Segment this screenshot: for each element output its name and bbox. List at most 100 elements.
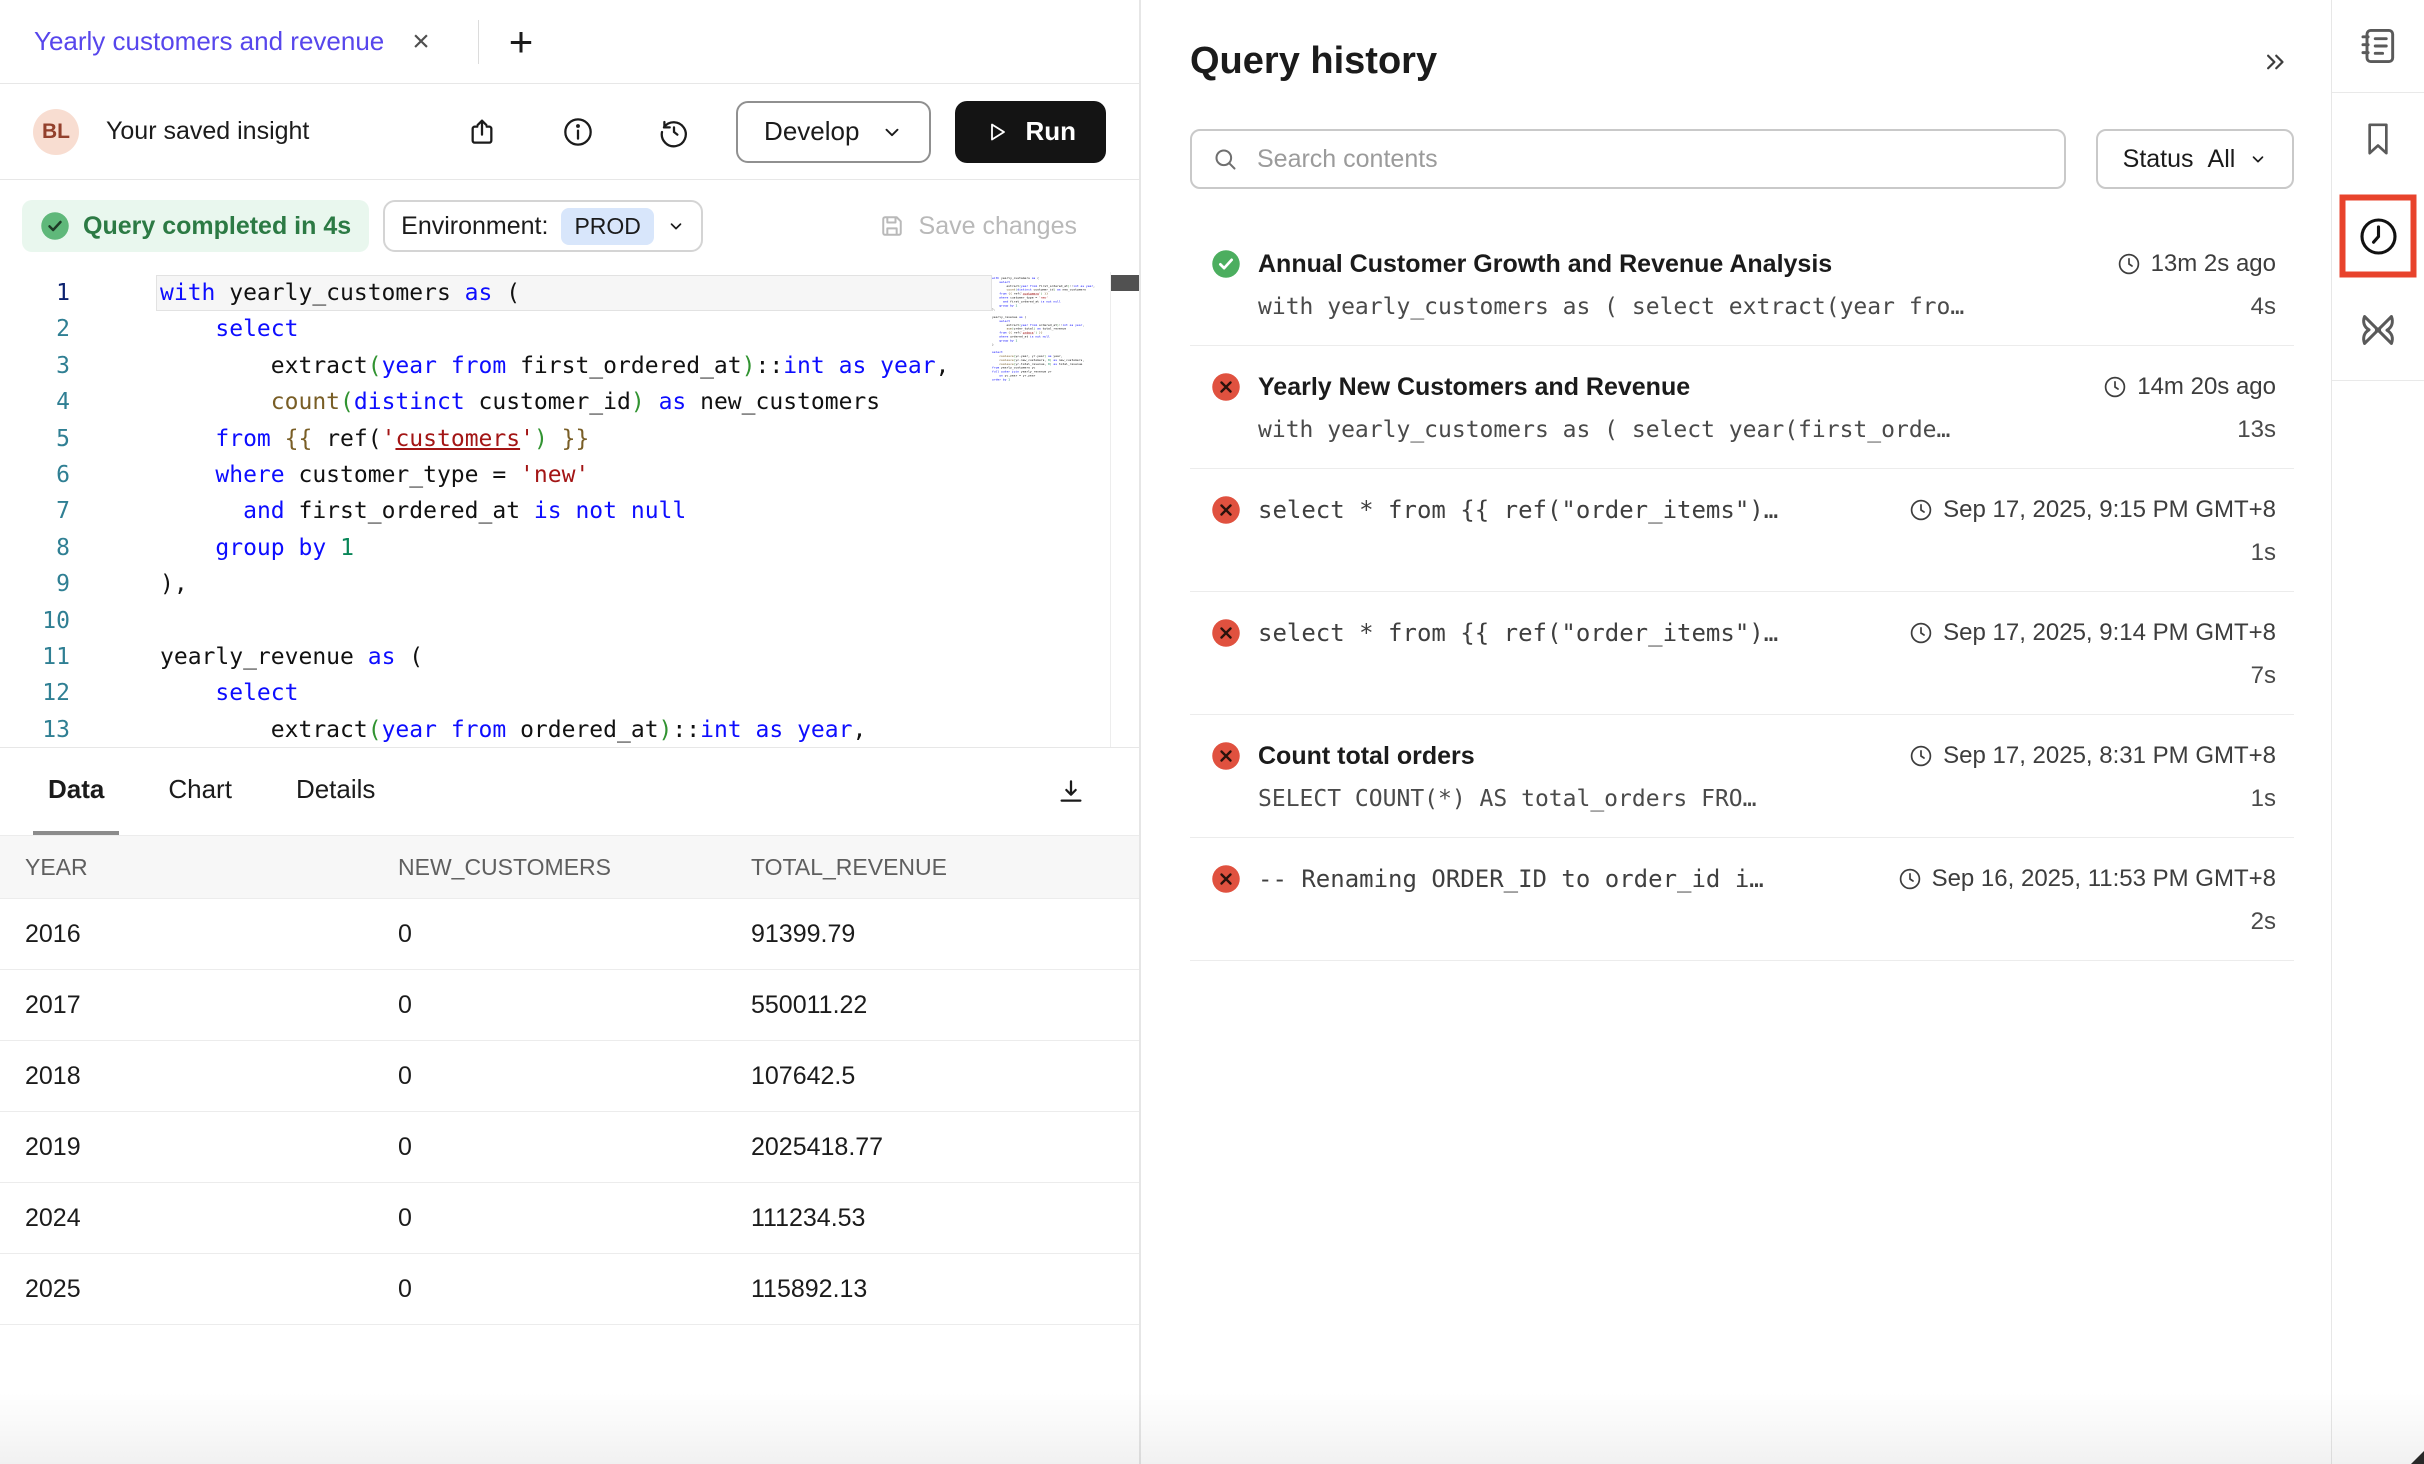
query-history-item[interactable]: select * from {{ ref("order_items")… Sep … xyxy=(1190,592,2294,714)
results-tabs: Data Chart Details xyxy=(33,748,424,835)
history-item-snippet: SELECT COUNT(*) AS total_orders FRO… xyxy=(1258,786,2251,812)
scrollbar-thumb[interactable] xyxy=(1111,275,1139,291)
query-history-panel: Query history Status All Annual Customer… xyxy=(1141,0,2331,1464)
code-line[interactable]: 12 select xyxy=(0,675,992,711)
line-number: 8 xyxy=(0,530,70,566)
search-box[interactable] xyxy=(1190,129,2066,189)
code-line-text: with yearly_customers as ( xyxy=(156,275,992,311)
code-line-text: yearly_revenue as ( xyxy=(156,639,992,675)
query-history-item[interactable]: Yearly New Customers and Revenue14m 20s … xyxy=(1190,346,2294,468)
table-row: 20240111234.53 xyxy=(0,1183,1139,1254)
results-tab-chart[interactable]: Chart xyxy=(153,748,247,835)
code-line-text: and first_ordered_at is not null xyxy=(156,493,992,529)
tab-title[interactable]: Yearly customers and revenue xyxy=(34,26,384,57)
history-clock-icon[interactable] xyxy=(2340,195,2417,278)
status-filter-dropdown[interactable]: Status All xyxy=(2096,129,2294,189)
save-changes-button[interactable]: Save changes xyxy=(878,212,1077,241)
code-line[interactable]: 2 select xyxy=(0,311,992,347)
table-cell: 2025418.77 xyxy=(726,1133,1139,1162)
code-line[interactable]: 10 xyxy=(0,603,992,639)
history-item-time: Sep 16, 2025, 11:53 PM GMT+8 xyxy=(1898,865,2276,893)
code-line[interactable]: 9), xyxy=(0,566,992,602)
history-item-time: Sep 17, 2025, 8:31 PM GMT+8 xyxy=(1909,742,2276,770)
table-row: 20180107642.5 xyxy=(0,1041,1139,1112)
status-filter-label: Status xyxy=(2123,145,2194,174)
notebook-icon[interactable] xyxy=(2346,14,2410,78)
table-cell: 0 xyxy=(373,1275,726,1304)
search-icon xyxy=(1212,146,1239,173)
code-line-text: count(distinct customer_id) as new_custo… xyxy=(156,384,992,420)
share-icon[interactable] xyxy=(466,116,498,148)
editor-scrollbar[interactable] xyxy=(1110,272,1139,747)
error-status-icon xyxy=(1211,495,1241,525)
table-row: 20250115892.13 xyxy=(0,1254,1139,1325)
line-number: 12 xyxy=(0,675,70,711)
run-button[interactable]: Run xyxy=(955,101,1106,163)
history-item-title: select * from {{ ref("order_items")… xyxy=(1258,619,1892,647)
code-line[interactable]: 7 and first_ordered_at is not null xyxy=(0,493,992,529)
check-circle-icon xyxy=(40,211,70,241)
code-line[interactable]: 8 group by 1 xyxy=(0,530,992,566)
history-item-time-text: Sep 17, 2025, 8:31 PM GMT+8 xyxy=(1943,742,2276,770)
clock-icon xyxy=(2117,252,2141,276)
history-item-title: select * from {{ ref("order_items")… xyxy=(1258,496,1892,524)
error-icon xyxy=(1211,495,1241,525)
code-line[interactable]: 13 extract(year from ordered_at)::int as… xyxy=(0,712,992,747)
code-lines[interactable]: 1with yearly_customers as (2 select3 ext… xyxy=(0,272,992,747)
results-tab-details[interactable]: Details xyxy=(281,748,390,835)
error-icon xyxy=(1211,741,1241,771)
play-icon xyxy=(985,120,1009,144)
history-item-duration: 1s xyxy=(2251,539,2276,567)
error-status-icon xyxy=(1211,741,1241,771)
results-tab-data[interactable]: Data xyxy=(33,748,119,835)
query-history-item[interactable]: -- Renaming ORDER_ID to order_id i…Sep 1… xyxy=(1190,838,2294,960)
query-history-item[interactable]: select * from {{ ref("order_items")…Sep … xyxy=(1190,469,2294,591)
develop-button[interactable]: Develop xyxy=(736,101,931,163)
history-item-time-text: 13m 2s ago xyxy=(2151,250,2276,278)
code-line[interactable]: 6 where customer_type = 'new' xyxy=(0,457,992,493)
bookmark-icon[interactable] xyxy=(2346,107,2410,171)
code-line[interactable]: 1with yearly_customers as ( xyxy=(0,275,992,311)
code-editor[interactable]: 1with yearly_customers as (2 select3 ext… xyxy=(0,272,1139,747)
collapse-panel-icon[interactable] xyxy=(2260,47,2294,77)
minimap-line: order by 1 xyxy=(992,377,1110,381)
new-tab-button[interactable]: + xyxy=(479,21,564,63)
code-line[interactable]: 5 from {{ ref('customers') }} xyxy=(0,421,992,457)
table-row: 201902025418.77 xyxy=(0,1112,1139,1183)
query-history-item[interactable]: Count total ordersSep 17, 2025, 8:31 PM … xyxy=(1190,715,2294,837)
history-item-time: 14m 20s ago xyxy=(2103,373,2276,401)
environment-select[interactable]: Environment: PROD xyxy=(383,200,703,252)
code-line[interactable]: 3 extract(year from first_ordered_at)::i… xyxy=(0,348,992,384)
tab-yearly-customers-and-revenue[interactable]: Yearly customers and revenue × xyxy=(0,0,464,83)
version-history-icon[interactable] xyxy=(658,116,690,148)
status-filter-value: All xyxy=(2208,145,2236,174)
avatar[interactable]: BL xyxy=(33,109,79,155)
history-item-duration: 2s xyxy=(2251,908,2276,936)
compass-icon[interactable] xyxy=(2346,298,2410,362)
download-icon[interactable] xyxy=(1055,776,1087,808)
table-cell: 2024 xyxy=(0,1204,373,1233)
search-input[interactable] xyxy=(1255,144,2044,175)
editor-panel: Yearly customers and revenue × + BL Your… xyxy=(0,0,1141,1464)
minimap-content: with yearly_customers as ( select extrac… xyxy=(992,276,1110,381)
history-item-time: Sep 17, 2025, 9:14 PM GMT+8 xyxy=(1909,619,2276,647)
query-history-controls: Status All xyxy=(1190,129,2294,189)
info-icon[interactable] xyxy=(562,116,594,148)
error-icon xyxy=(1211,618,1241,648)
code-line[interactable]: 4 count(distinct customer_id) as new_cus… xyxy=(0,384,992,420)
success-status-icon xyxy=(1211,249,1241,279)
chevron-down-icon xyxy=(881,121,903,143)
code-line-text: group by 1 xyxy=(156,530,992,566)
minimap[interactable]: with yearly_customers as ( select extrac… xyxy=(992,272,1110,747)
history-item-time: 13m 2s ago xyxy=(2117,250,2276,278)
close-tab-icon[interactable]: × xyxy=(412,27,430,57)
code-line-text xyxy=(156,603,992,639)
table-cell: 0 xyxy=(373,1133,726,1162)
clock-icon xyxy=(1909,498,1933,522)
code-line[interactable]: 11yearly_revenue as ( xyxy=(0,639,992,675)
insight-toolbar: BL Your saved insight Develop R xyxy=(0,84,1139,180)
chevron-down-icon xyxy=(667,217,685,235)
query-history-list: Annual Customer Growth and Revenue Analy… xyxy=(1190,223,2294,961)
save-changes-label: Save changes xyxy=(919,212,1077,241)
query-history-item[interactable]: Annual Customer Growth and Revenue Analy… xyxy=(1190,223,2294,345)
